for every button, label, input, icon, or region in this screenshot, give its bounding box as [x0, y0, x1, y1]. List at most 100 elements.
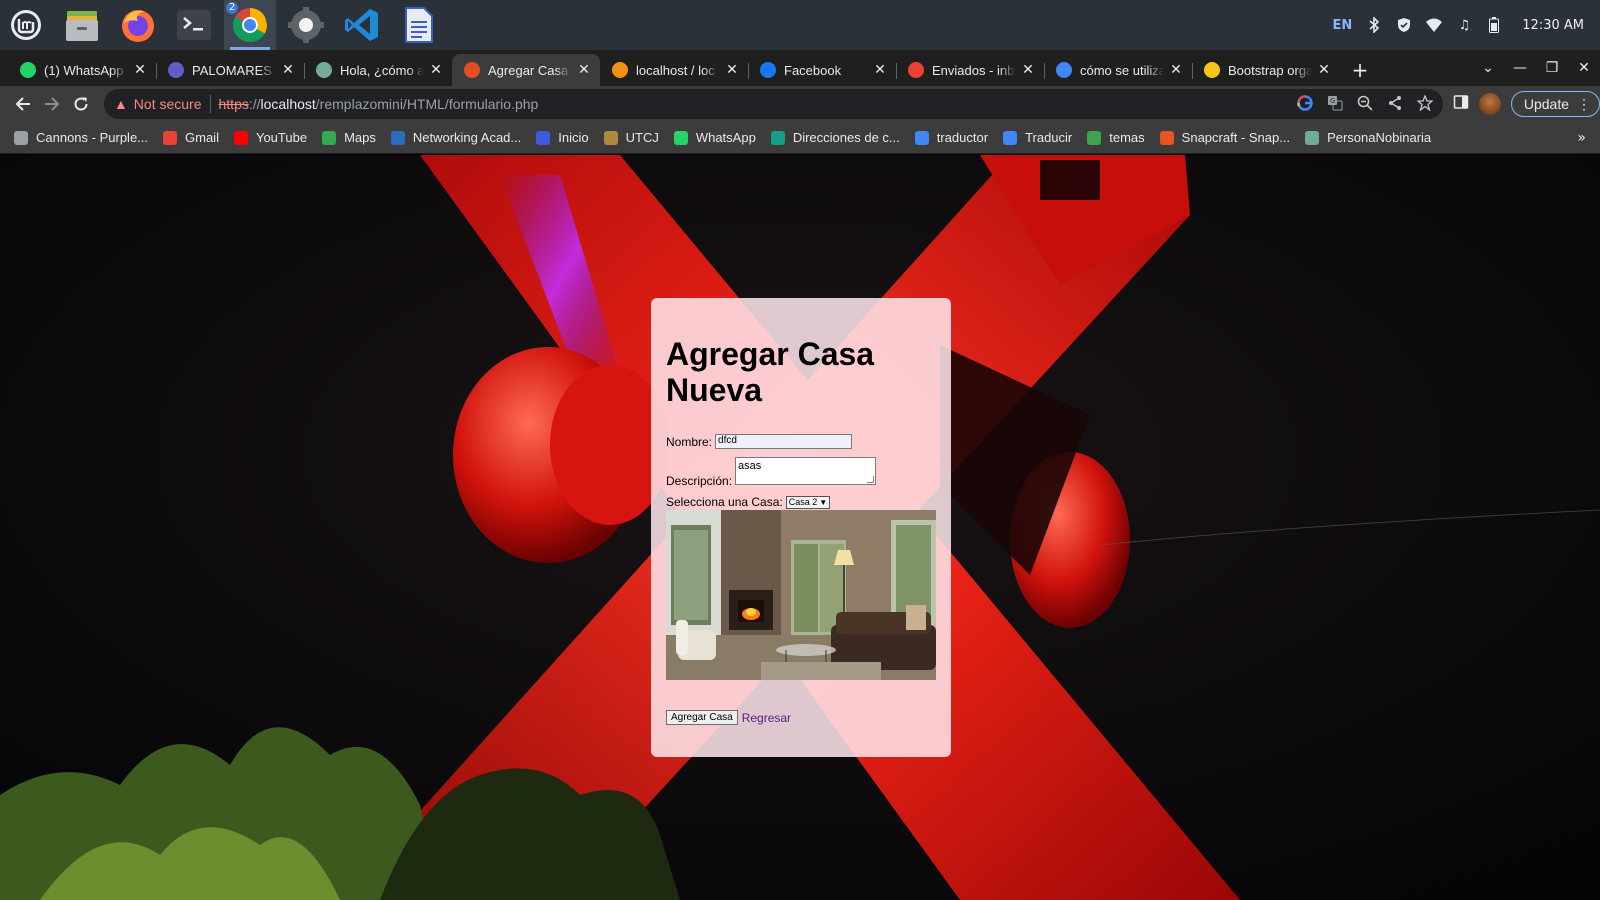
profile-avatar[interactable] [1478, 93, 1501, 115]
browser-tab[interactable]: cómo se utiliza ✕ [1044, 54, 1192, 86]
tab-close-icon[interactable]: ✕ [1168, 62, 1184, 78]
chevron-down-icon: ▼ [819, 497, 828, 507]
files-icon[interactable] [56, 0, 108, 50]
new-tab-button[interactable]: + [1346, 56, 1374, 84]
bookmark-item[interactable]: Inicio [536, 130, 589, 145]
tab-close-icon[interactable]: ✕ [872, 62, 888, 78]
reload-button[interactable] [67, 89, 96, 119]
google-icon [914, 130, 929, 145]
security-status[interactable]: Not secure [134, 96, 202, 112]
bookmark-star-icon[interactable] [1416, 93, 1434, 114]
side-panel-icon[interactable] [1453, 94, 1469, 114]
address-bar[interactable]: ▲ Not secure https :// localhost /rempla… [103, 89, 1443, 119]
os-taskbar: 2 EN ♫ 12:30 AM [0, 0, 1600, 50]
window-controls: ⌄ — ❐ ✕ [1472, 52, 1600, 84]
tab-title: Bootstrap orga [1228, 62, 1312, 78]
back-button[interactable] [8, 89, 37, 119]
bookmark-item[interactable]: PersonaNobinaria [1305, 130, 1431, 145]
google-lens-icon[interactable] [1297, 94, 1313, 114]
update-button[interactable]: Update ⋮ [1510, 91, 1600, 117]
minimize-button[interactable]: — [1504, 52, 1536, 84]
gmail-icon [908, 62, 924, 78]
regresar-link[interactable]: Regresar [742, 711, 791, 725]
bookmark-item[interactable]: Gmail [163, 130, 219, 145]
tab-close-icon[interactable]: ✕ [1316, 62, 1332, 78]
direcciones-icon [770, 130, 785, 145]
forward-button[interactable] [37, 89, 66, 119]
browser-tab[interactable]: Agregar Casa ✕ [452, 54, 600, 86]
bookmark-label: Networking Acad... [412, 130, 522, 145]
browser-tab[interactable]: localhost / loc ✕ [600, 54, 748, 86]
url-scheme-separator: :// [248, 96, 261, 112]
settings-icon[interactable] [280, 0, 332, 50]
bootstrap-icon [1204, 62, 1220, 78]
chatgpt-icon [316, 62, 332, 78]
bookmark-item[interactable]: temas [1087, 130, 1145, 145]
agregar-casa-button[interactable]: Agregar Casa [666, 710, 738, 725]
text-editor-icon[interactable] [392, 0, 444, 50]
casa-select[interactable]: Casa 2 ▼ [785, 495, 831, 509]
bookmarks-overflow-icon[interactable]: » [1577, 130, 1586, 146]
close-window-button[interactable]: ✕ [1568, 52, 1600, 84]
keyboard-layout[interactable]: EN [1333, 18, 1353, 33]
tab-close-icon[interactable]: ✕ [1020, 62, 1036, 78]
bookmark-item[interactable]: UTCJ [603, 130, 659, 145]
nombre-row: Nombre: dfcd [666, 434, 936, 449]
casa-select-row: Selecciona una Casa: Casa 2 ▼ [666, 495, 936, 509]
bookmark-label: Traducir [1025, 130, 1073, 145]
page-title: Agregar Casa Nueva [666, 336, 875, 408]
browser-tab[interactable]: PALOMARES O✕ [156, 54, 304, 86]
restore-button[interactable]: ❐ [1536, 52, 1568, 84]
browser-tab[interactable]: Bootstrap orga ✕ [1192, 54, 1340, 86]
cisco-icon [390, 130, 405, 145]
share-icon[interactable] [1387, 95, 1403, 114]
tab-close-icon[interactable]: ✕ [428, 62, 444, 78]
update-label: Update [1523, 96, 1570, 112]
firefox-icon[interactable] [112, 0, 164, 50]
warning-icon[interactable]: ▲ [114, 96, 128, 112]
mint-menu-icon[interactable] [0, 0, 52, 50]
bookmark-item[interactable]: Direcciones de c... [770, 130, 900, 145]
translate-icon[interactable]: G [1327, 95, 1343, 114]
bookmark-item[interactable]: WhatsApp [673, 130, 756, 145]
bookmark-item[interactable]: Snapcraft - Snap... [1159, 130, 1290, 145]
clock[interactable]: 12:30 AM [1522, 18, 1584, 33]
tab-search-chevron-down-icon[interactable]: ⌄ [1472, 52, 1504, 84]
html-icon [464, 62, 480, 78]
tab-close-icon[interactable]: ✕ [132, 62, 148, 78]
svg-text:G: G [1330, 97, 1335, 105]
bookmark-item[interactable]: YouTube [233, 130, 307, 145]
browser-tab[interactable]: Facebook ✕ [748, 54, 896, 86]
browser-tab[interactable]: (1) WhatsApp ✕ [8, 54, 156, 86]
teams-icon [168, 62, 184, 78]
bookmark-item[interactable]: Networking Acad... [390, 130, 522, 145]
bookmark-item[interactable]: Cannons - Purple... [14, 130, 148, 145]
bookmark-label: traductor [936, 130, 989, 145]
vscode-icon[interactable] [336, 0, 388, 50]
wifi-icon[interactable] [1426, 17, 1443, 33]
tab-close-icon[interactable]: ✕ [280, 62, 296, 78]
bookmark-label: Cannons - Purple... [36, 130, 149, 145]
nombre-input[interactable]: dfcd [715, 434, 853, 449]
bluetooth-icon[interactable] [1366, 17, 1382, 33]
browser-tab[interactable]: Enviados - inbo ✕ [896, 54, 1044, 86]
terminal-icon[interactable] [168, 0, 220, 50]
google-icon [1056, 62, 1072, 78]
bookmark-item[interactable]: Traducir [1003, 130, 1072, 145]
bookmark-item[interactable]: Maps [322, 130, 376, 145]
bookmark-label: Inicio [558, 130, 589, 145]
chrome-icon[interactable]: 2 [224, 0, 276, 50]
music-note-icon[interactable]: ♫ [1456, 17, 1472, 33]
tab-close-icon[interactable]: ✕ [724, 62, 740, 78]
descripcion-textarea[interactable]: asas [735, 457, 877, 485]
tab-title: (1) WhatsApp [44, 62, 124, 78]
battery-icon[interactable] [1486, 17, 1502, 33]
zoom-icon[interactable] [1357, 95, 1373, 114]
shield-icon[interactable] [1396, 17, 1412, 33]
browser-tab[interactable]: Hola, ¿cómo ay ✕ [304, 54, 452, 86]
globe-icon [14, 130, 28, 145]
bookmark-label: WhatsApp [695, 130, 756, 145]
tab-close-icon[interactable]: ✕ [576, 62, 592, 78]
bookmark-item[interactable]: traductor [914, 130, 989, 145]
temas-icon [1087, 130, 1102, 145]
